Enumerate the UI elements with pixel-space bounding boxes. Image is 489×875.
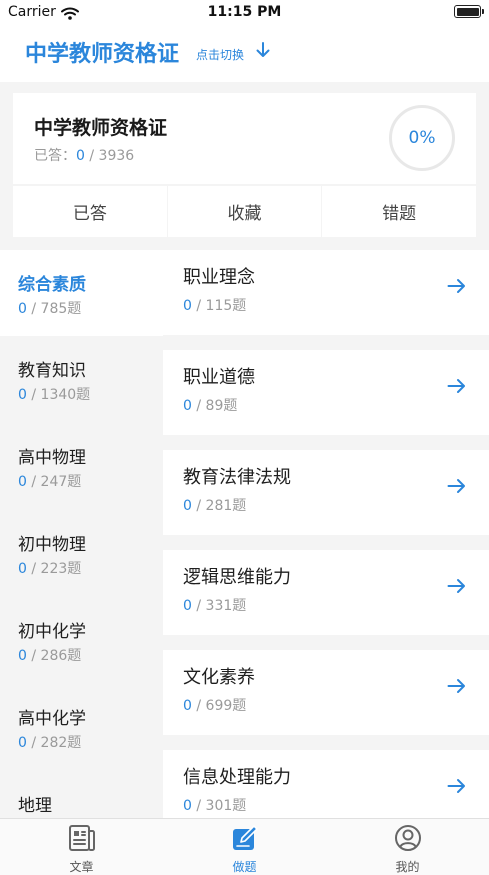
answered-count: 0 [76, 148, 85, 164]
category-item[interactable]: 初中物理 0 / 223题 [0, 510, 163, 596]
category-count: 0 / 286题 [18, 648, 82, 664]
tab-articles[interactable]: 文章 [0, 819, 163, 875]
category-item[interactable]: 高中物理 0 / 247题 [0, 423, 163, 509]
subject-count: 0 / 89题 [183, 398, 238, 414]
category-item[interactable]: 综合素质 0 / 785题 [0, 250, 163, 336]
battery-level [456, 7, 479, 16]
switch-exam-link[interactable]: 点击切换 [196, 46, 244, 63]
subject-item[interactable]: 职业道德 0 / 89题 [163, 350, 489, 435]
subject-item[interactable]: 文化素养 0 / 699题 [163, 650, 489, 735]
category-item[interactable]: 教育知识 0 / 1340题 [0, 336, 163, 422]
category-name: 地理 [18, 796, 52, 816]
summary-answered: 已答：0 / 3936 [34, 145, 134, 165]
tab-label: 文章 [69, 860, 94, 874]
subject-item[interactable]: 职业理念 0 / 115题 [163, 250, 489, 335]
arrow-right-icon[interactable] [447, 278, 467, 298]
category-list: 综合素质 0 / 785题 教育知识 0 / 1340题 高中物理 0 / 24… [0, 250, 163, 818]
arrow-right-icon[interactable] [447, 578, 467, 598]
category-item[interactable]: 初中化学 0 / 286题 [0, 597, 163, 683]
favorites-tab[interactable]: 收藏 [167, 186, 322, 237]
category-name: 初中物理 [18, 535, 86, 555]
category-count: 0 / 785题 [18, 301, 82, 317]
category-name: 高中化学 [18, 709, 86, 729]
arrow-down-icon[interactable] [256, 42, 270, 62]
summary-card: 中学教师资格证 已答：0 / 3936 0% [13, 93, 476, 184]
total-count: / 3936 [89, 148, 135, 164]
edit-icon [231, 824, 259, 856]
subject-name: 教育法律法规 [183, 467, 291, 488]
answered-label: 已答： [34, 148, 76, 164]
progress-ring: 0% [389, 105, 455, 171]
subject-item[interactable]: 教育法律法规 0 / 281题 [163, 450, 489, 535]
category-count: 0 / 223题 [18, 561, 82, 577]
tab-practice[interactable]: 做题 [163, 819, 326, 875]
category-item[interactable]: 高中化学 0 / 282题 [0, 684, 163, 770]
subject-item[interactable]: 信息处理能力 0 / 301题 [163, 750, 489, 818]
subject-count: 0 / 699题 [183, 698, 247, 714]
summary-section: 中学教师资格证 已答：0 / 3936 0% 已答 收藏 错题 [0, 82, 489, 250]
subject-count: 0 / 281题 [183, 498, 247, 514]
subject-name: 逻辑思维能力 [183, 567, 291, 588]
category-count: 0 / 1340题 [18, 387, 91, 403]
tab-label: 我的 [395, 860, 420, 874]
header: 中学教师资格证 点击切换 [0, 26, 489, 82]
progress-percent: 0% [408, 128, 436, 148]
tab-profile[interactable]: 我的 [326, 819, 489, 875]
arrow-right-icon[interactable] [447, 778, 467, 798]
record-tabs: 已答 收藏 错题 [13, 186, 477, 237]
subject-name: 职业理念 [183, 267, 255, 288]
category-count: 0 / 247题 [18, 474, 82, 490]
bottom-tab-bar: 文章 做题 我的 [0, 818, 489, 875]
subject-count: 0 / 115题 [183, 298, 247, 314]
arrow-right-icon[interactable] [447, 678, 467, 698]
wrong-questions-tab[interactable]: 错题 [322, 186, 477, 237]
arrow-right-icon[interactable] [447, 478, 467, 498]
category-item[interactable]: 地理 [0, 771, 163, 818]
subject-list: 职业理念 0 / 115题 职业道德 0 / 89题 教育法律法规 0 / 28… [163, 250, 489, 818]
answered-tab[interactable]: 已答 [13, 186, 167, 237]
subject-name: 信息处理能力 [183, 767, 291, 788]
category-count: 0 / 282题 [18, 735, 82, 751]
status-bar: Carrier 11:15 PM [0, 0, 489, 26]
category-name: 综合素质 [18, 275, 86, 295]
exam-title[interactable]: 中学教师资格证 [25, 36, 179, 68]
subject-name: 职业道德 [183, 367, 255, 388]
subject-count: 0 / 301题 [183, 798, 247, 814]
article-icon [68, 824, 96, 856]
category-name: 初中化学 [18, 622, 86, 642]
tab-label: 做题 [232, 860, 257, 874]
category-name: 教育知识 [18, 361, 86, 381]
subject-item[interactable]: 逻辑思维能力 0 / 331题 [163, 550, 489, 635]
profile-icon [394, 824, 422, 856]
subject-count: 0 / 331题 [183, 598, 247, 614]
category-name: 高中物理 [18, 448, 86, 468]
battery-icon [454, 5, 484, 18]
arrow-right-icon[interactable] [447, 378, 467, 398]
subject-name: 文化素养 [183, 667, 255, 688]
status-time: 11:15 PM [207, 4, 282, 20]
summary-title: 中学教师资格证 [34, 117, 168, 139]
